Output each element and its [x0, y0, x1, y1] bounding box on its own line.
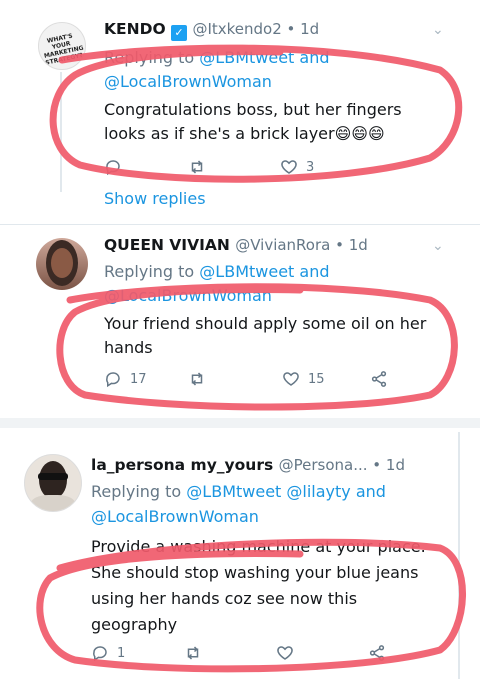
- reply-icon: [93, 646, 107, 662]
- retweet-button[interactable]: [188, 158, 214, 176]
- reply-button[interactable]: [104, 158, 130, 176]
- mention-link[interactable]: @lilayty and: [286, 482, 386, 501]
- reply-icon: [106, 372, 120, 388]
- retweet-button[interactable]: [188, 370, 214, 388]
- tweet-card-2[interactable]: QUEEN VIVIAN @VivianRora • 1d ⌄ Replying…: [0, 226, 480, 412]
- mention-link[interactable]: @LBMtweet and: [199, 262, 329, 281]
- sunglasses-icon: [38, 473, 68, 480]
- avatar-face: [51, 248, 73, 278]
- handle: @VivianRora • 1d: [235, 236, 368, 254]
- show-replies-link[interactable]: Show replies: [104, 189, 206, 208]
- chevron-down-icon[interactable]: ⌄: [432, 22, 444, 38]
- heart-icon: [277, 646, 293, 660]
- replying-to: Replying to @LBMtweet @lilayty and: [91, 482, 386, 501]
- heart-icon: [283, 372, 299, 386]
- replying-to-cont: @LocalBrownWoman: [91, 507, 259, 526]
- retweet-button[interactable]: [184, 644, 210, 662]
- thread-line: [458, 432, 460, 679]
- tweet-text: Your friend should apply some oil on her…: [104, 314, 427, 357]
- reply-button[interactable]: 1: [91, 644, 125, 662]
- avatar[interactable]: WHAT'S YOUR MARKETING STRATEGY?: [38, 22, 86, 70]
- avatar[interactable]: [36, 238, 88, 290]
- reply-icon: [106, 160, 120, 176]
- like-button[interactable]: [276, 644, 302, 662]
- share-icon: [371, 371, 387, 387]
- mention-link[interactable]: @LocalBrownWoman: [104, 72, 272, 91]
- tweet-actions: 17 15: [0, 370, 480, 394]
- display-name[interactable]: la_persona my_yours @Persona... • 1d: [91, 456, 405, 474]
- mention-link[interactable]: @LBMtweet and: [199, 48, 329, 67]
- tweet-text: Provide a washing machine at your place.…: [91, 537, 426, 634]
- reply-button[interactable]: 17: [104, 370, 147, 388]
- tweet-actions: 3: [0, 158, 480, 182]
- display-name[interactable]: KENDO ✓ @Itxkendo2 • 1d: [104, 20, 319, 41]
- mention-link[interactable]: @LocalBrownWoman: [104, 286, 272, 305]
- avatar[interactable]: [24, 454, 82, 512]
- retweet-icon: [191, 160, 203, 174]
- avatar-sign-text: WHAT'S YOUR MARKETING STRATEGY?: [43, 32, 85, 67]
- tweet-text: Congratulations boss, but her fingers lo…: [104, 100, 402, 143]
- display-name[interactable]: QUEEN VIVIAN @VivianRora • 1d: [104, 236, 368, 254]
- replying-to: Replying to @LBMtweet and: [104, 262, 330, 281]
- share-button[interactable]: [368, 644, 394, 662]
- heart-icon: [281, 160, 297, 174]
- share-button[interactable]: [370, 370, 396, 388]
- tweet-card-3[interactable]: la_persona my_yours @Persona... • 1d Rep…: [0, 432, 480, 679]
- tweet-card-1[interactable]: WHAT'S YOUR MARKETING STRATEGY? KENDO ✓ …: [0, 0, 480, 222]
- replying-to-cont: @LocalBrownWoman: [104, 72, 272, 91]
- replying-to-cont: @LocalBrownWoman: [104, 286, 272, 305]
- retweet-icon: [187, 646, 199, 660]
- handle: @Itxkendo2 • 1d: [192, 20, 320, 38]
- retweet-icon: [191, 372, 203, 386]
- verified-checkmark-icon: ✓: [171, 25, 188, 41]
- avatar-face: [39, 461, 67, 499]
- divider: [0, 418, 480, 428]
- tweet-actions: 1: [0, 644, 480, 668]
- divider: [0, 224, 480, 225]
- mention-link[interactable]: @LBMtweet: [186, 482, 281, 501]
- handle: @Persona... • 1d: [278, 456, 405, 474]
- avatar-shirt: [31, 495, 75, 511]
- like-button[interactable]: 15: [282, 370, 325, 388]
- mention-link[interactable]: @LocalBrownWoman: [91, 507, 259, 526]
- share-icon: [369, 645, 385, 661]
- chevron-down-icon[interactable]: ⌄: [432, 238, 444, 254]
- replying-to: Replying to @LBMtweet and: [104, 48, 330, 67]
- like-button[interactable]: 3: [280, 158, 314, 176]
